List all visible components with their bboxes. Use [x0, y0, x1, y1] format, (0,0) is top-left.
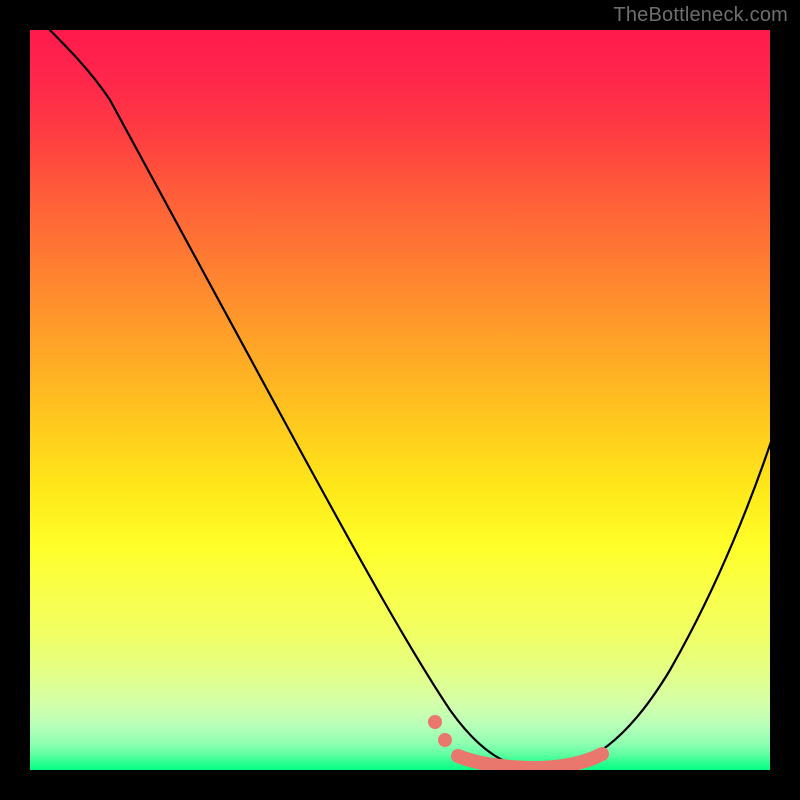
chart-svg — [30, 30, 770, 770]
plot-area — [30, 30, 770, 770]
bottleneck-curve — [30, 30, 770, 767]
highlight-dot-2 — [438, 733, 452, 747]
attribution-text: TheBottleneck.com — [613, 4, 788, 27]
chart-frame: TheBottleneck.com — [0, 0, 800, 800]
optimal-range-band — [458, 754, 602, 768]
highlight-dot-1 — [428, 715, 442, 729]
